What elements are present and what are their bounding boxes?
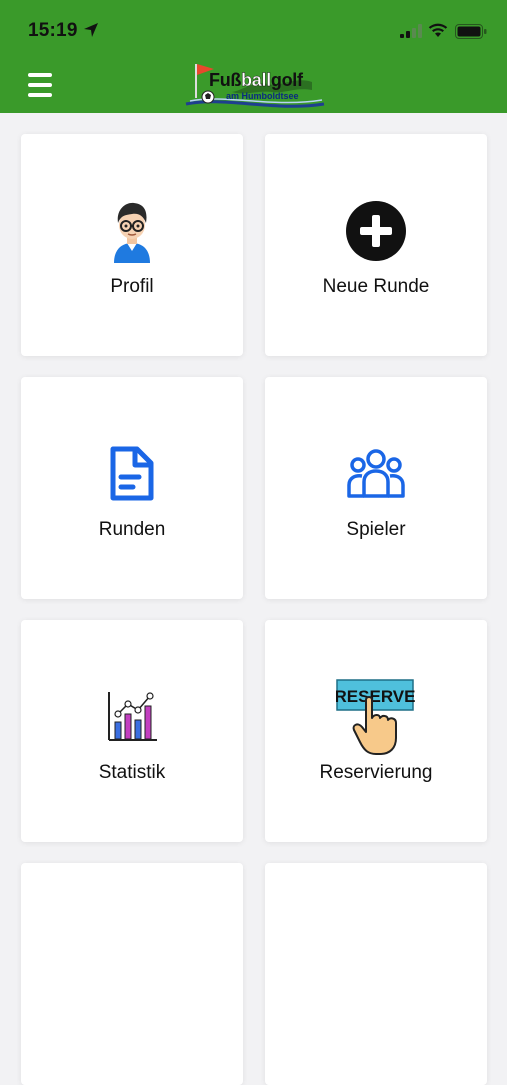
reserve-icon-text: RESERVE	[336, 687, 415, 706]
tile-label: Neue Runde	[322, 276, 430, 297]
tile-partial[interactable]	[265, 863, 487, 1085]
logo-word-golf: golf	[270, 70, 303, 90]
tile-runden[interactable]: Runden	[21, 377, 243, 599]
tile-label: Reservierung	[319, 762, 433, 783]
hamburger-menu-button[interactable]	[28, 73, 52, 97]
tile-profil[interactable]: Profil	[21, 134, 243, 356]
logo-title: Fußballgolf	[209, 70, 303, 91]
document-icon	[110, 446, 154, 501]
profile-avatar-icon	[114, 202, 150, 263]
wifi-icon	[428, 23, 448, 37]
menu-bar	[28, 83, 52, 87]
tile-spieler[interactable]: Spieler	[265, 377, 487, 599]
cellular-signal-icon	[400, 24, 422, 38]
location-arrow-icon	[84, 23, 98, 37]
status-bar: 15:19	[0, 0, 507, 60]
tile-neue-runde[interactable]: Neue Runde	[265, 134, 487, 356]
app-logo: Fußballgolf am Humboldtsee	[184, 60, 330, 110]
logo-word-fuss: Fuß	[209, 70, 242, 90]
users-group-icon	[347, 449, 405, 498]
reserve-hand-icon: RESERVE	[336, 679, 415, 755]
tile-partial[interactable]	[21, 863, 243, 1085]
battery-icon	[455, 24, 487, 39]
logo-subtitle: am Humboldtsee	[226, 91, 299, 101]
tile-label: Profil	[110, 276, 154, 297]
chart-icon	[108, 692, 157, 741]
tile-statistik[interactable]: Statistik	[21, 620, 243, 842]
tile-label: Spieler	[346, 519, 406, 540]
status-time: 15:19	[28, 20, 78, 41]
tile-label: Statistik	[98, 762, 166, 783]
menu-bar	[28, 93, 52, 97]
plus-circle-icon	[346, 201, 406, 261]
tile-reservierung[interactable]: RESERVE Reservierung	[265, 620, 487, 842]
menu-bar	[28, 73, 52, 77]
app-header: 15:19 Fußballgolf am Humboldtsee	[0, 0, 507, 113]
logo-word-ball: ball	[241, 70, 272, 90]
tile-label: Runden	[98, 519, 166, 540]
